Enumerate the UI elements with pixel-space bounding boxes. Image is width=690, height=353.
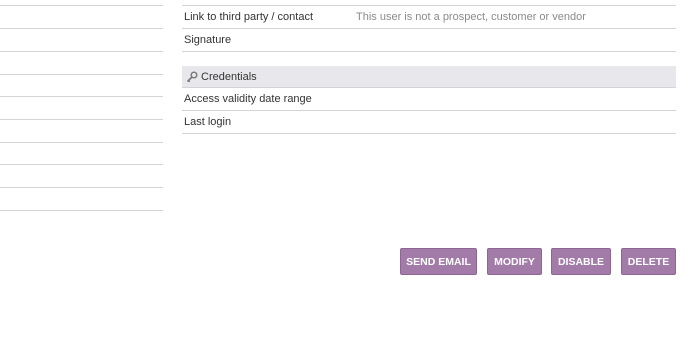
- field-row-validity: Access validity date range: [182, 88, 676, 111]
- field-row-last-login: Last login: [182, 111, 676, 134]
- left-row: [0, 188, 163, 211]
- left-row: [0, 165, 163, 188]
- send-email-button[interactable]: SEND EMAIL: [400, 248, 477, 275]
- modify-button[interactable]: MODIFY: [487, 248, 542, 275]
- left-row: [0, 29, 163, 52]
- field-row-third-party: Link to third party / contact This user …: [182, 6, 676, 29]
- delete-button[interactable]: DELETE: [621, 248, 676, 275]
- field-label: Access validity date range: [184, 93, 312, 105]
- credentials-section-header: Credentials: [182, 66, 676, 88]
- left-row: [0, 120, 163, 143]
- left-row: [0, 6, 163, 29]
- field-label: Signature: [184, 34, 232, 46]
- key-icon: [186, 71, 198, 83]
- left-row: [0, 143, 163, 165]
- left-row: [0, 97, 163, 120]
- user-card-page: Link to third party / contact This user …: [0, 0, 690, 353]
- section-title: Credentials: [201, 70, 257, 83]
- field-label: Last login: [184, 116, 232, 128]
- field-label: Link to third party / contact: [184, 11, 314, 23]
- right-field-column: Link to third party / contact This user …: [182, 0, 676, 134]
- action-bar: SEND EMAIL MODIFY DISABLE DELETE: [0, 248, 690, 275]
- left-row: [0, 52, 163, 75]
- disable-button[interactable]: DISABLE: [551, 248, 611, 275]
- left-row: [0, 75, 163, 97]
- field-value: This user is not a prospect, customer or…: [356, 11, 586, 23]
- field-row-signature: Signature: [182, 29, 676, 52]
- left-field-column: [0, 0, 163, 211]
